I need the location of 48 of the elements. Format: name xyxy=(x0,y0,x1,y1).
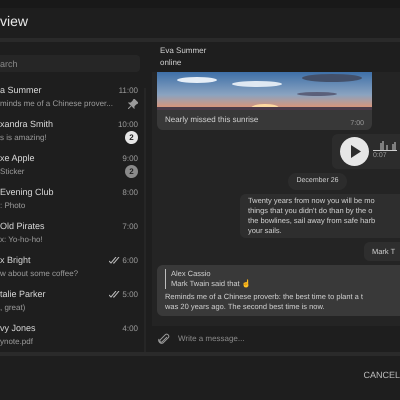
chat-list-item[interactable]: Old Pirates 7:00 x: Yo-ho-ho! xyxy=(0,216,140,250)
chat-list-item[interactable]: xandra Smith 10:00 s is amazing! 2 xyxy=(0,114,140,148)
message-preview: minds me of a Chinese prover... xyxy=(0,98,113,110)
message-time: 11:00 xyxy=(118,84,138,96)
contact-name: xandra Smith xyxy=(0,118,54,131)
message-input[interactable]: Write a message... xyxy=(178,333,400,345)
contact-name: Old Pirates xyxy=(0,220,45,233)
chat-list-item[interactable]: xe Apple 9:00 Sticker 2 xyxy=(0,148,140,182)
message-time: 4:00 xyxy=(122,322,138,334)
contact-status: online xyxy=(160,57,182,69)
message-preview: ynote.pdf xyxy=(0,336,33,348)
message-composer[interactable]: Write a message... xyxy=(152,326,400,352)
message-preview: , great) xyxy=(0,302,26,314)
chat-list-item[interactable]: vy Jones 4:00 ynote.pdf xyxy=(0,318,140,352)
message-preview: Sticker xyxy=(0,166,24,178)
message-time: 8:00 xyxy=(122,186,138,198)
contact-name: xe Apple xyxy=(0,152,35,165)
play-button[interactable] xyxy=(340,137,369,166)
paperclip-icon[interactable] xyxy=(158,333,170,345)
chat-list-item[interactable]: a Summer 11:00 minds me of a Chinese prover... xyxy=(0,80,140,114)
photo-caption: Nearly missed this sunrise xyxy=(165,115,258,125)
cancel-button[interactable]: CANCEL xyxy=(361,369,400,383)
chat-list-item[interactable]: x Bright 6:00 w about some coffee? xyxy=(0,250,140,284)
search-field[interactable]: arch xyxy=(0,55,140,72)
contact-name: vy Jones xyxy=(0,322,36,335)
message-preview: w about some coffee? xyxy=(0,268,78,280)
contact-name: x Bright xyxy=(0,254,31,267)
message-time: 9:00 xyxy=(122,152,138,164)
pin-icon xyxy=(128,98,138,108)
message-time: 5:00 xyxy=(122,288,138,300)
contact-name: talie Parker xyxy=(0,288,46,301)
contact-name: Evening Club xyxy=(0,186,54,199)
double-check-icon xyxy=(109,291,120,298)
contact-name: a Summer xyxy=(0,84,42,97)
message-preview: x: Yo-ho-ho! xyxy=(0,234,43,246)
message-time: 10:00 xyxy=(118,118,138,130)
waveform xyxy=(373,141,397,152)
double-check-icon xyxy=(109,257,120,264)
message-time: 7:00 xyxy=(122,220,138,232)
chat-list-item[interactable]: talie Parker 5:00 , great) xyxy=(0,284,140,318)
unread-count: 2 xyxy=(125,165,138,178)
chat-list-item[interactable]: Evening Club 8:00 : Photo xyxy=(0,182,140,216)
message-preview: : Photo xyxy=(0,200,26,212)
message-time: 6:00 xyxy=(122,254,138,266)
unread-count: 2 xyxy=(125,131,138,144)
dialog-title: view xyxy=(0,12,28,30)
message-preview: s is amazing! xyxy=(0,132,47,144)
chat-contact-name: Eva Summer xyxy=(160,45,208,57)
